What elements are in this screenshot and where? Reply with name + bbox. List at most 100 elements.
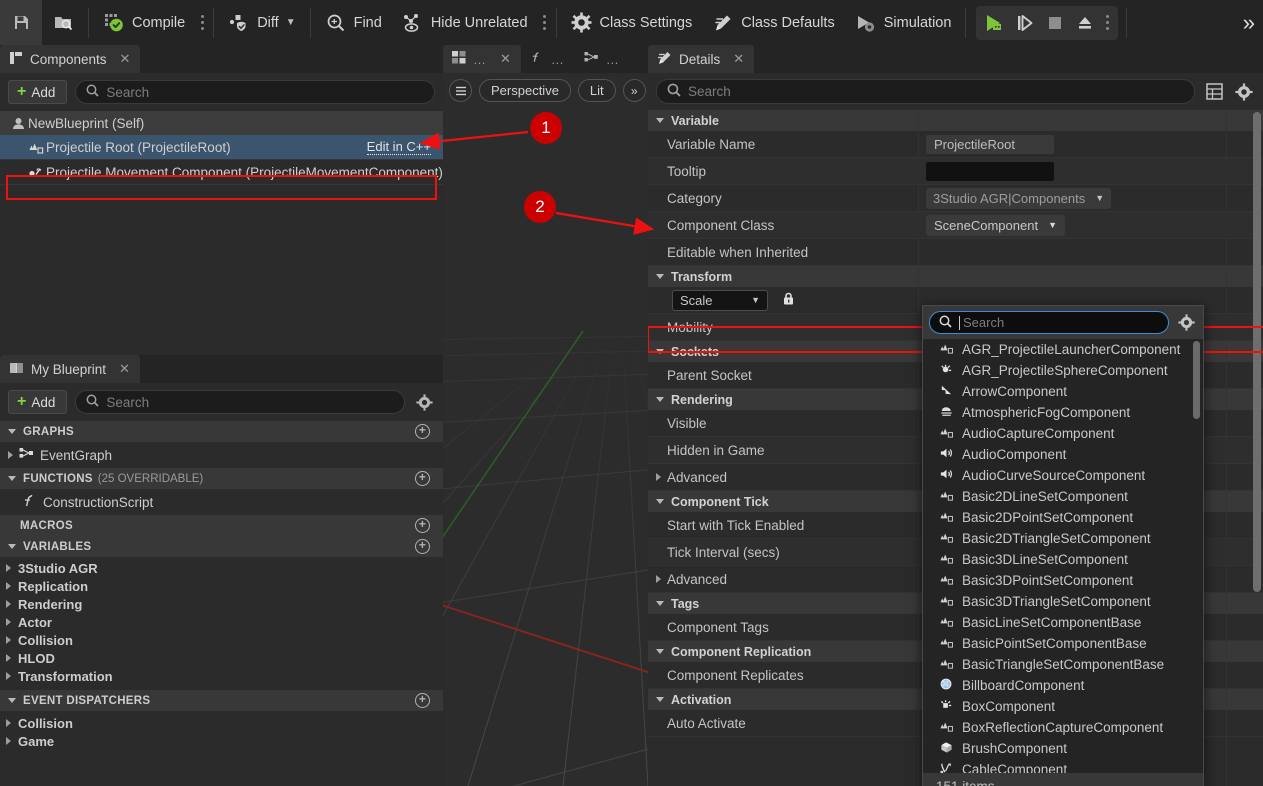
list-item[interactable]: BrushComponent bbox=[923, 738, 1203, 759]
step-button[interactable] bbox=[1010, 8, 1040, 38]
edit-in-cpp-link[interactable]: Edit in C++ bbox=[367, 140, 431, 155]
play-options-button[interactable] bbox=[1100, 8, 1114, 38]
lock-icon[interactable] bbox=[782, 292, 795, 309]
chevron-right-icon[interactable] bbox=[6, 564, 11, 572]
chevron-right-icon[interactable] bbox=[6, 719, 11, 727]
browse-button[interactable] bbox=[42, 0, 84, 45]
components-search-input[interactable]: Search bbox=[75, 80, 435, 104]
add-component-button[interactable]: + Add bbox=[8, 80, 67, 104]
add-function-button[interactable]: + bbox=[415, 471, 430, 486]
component-class-combo[interactable]: SceneComponent ▼ bbox=[926, 215, 1065, 236]
list-item[interactable]: Basic3DPointSetComponent bbox=[923, 570, 1203, 591]
list-item[interactable]: BoxComponent bbox=[923, 696, 1203, 717]
list-item[interactable]: AGR_ProjectileLauncherComponent bbox=[923, 339, 1203, 360]
category-transform[interactable]: Transform bbox=[648, 266, 1263, 287]
add-graph-button[interactable]: + bbox=[415, 424, 430, 439]
grid-view-icon[interactable] bbox=[1203, 81, 1225, 103]
list-item[interactable]: Basic3DLineSetComponent bbox=[923, 549, 1203, 570]
component-tree-root[interactable]: NewBlueprint (Self) bbox=[0, 111, 443, 135]
list-item[interactable]: Basic3DTriangleSetComponent bbox=[923, 591, 1203, 612]
list-item[interactable]: BasicLineSetComponentBase bbox=[923, 612, 1203, 633]
section-event-dispatchers[interactable]: EVENT DISPATCHERS + bbox=[0, 690, 443, 711]
tooltip-field[interactable] bbox=[926, 162, 1054, 181]
compile-button[interactable]: Compile bbox=[93, 0, 195, 45]
chevron-right-icon[interactable] bbox=[6, 582, 11, 590]
list-item-variable-category[interactable]: Collision bbox=[0, 631, 443, 649]
section-variables[interactable]: VARIABLES + bbox=[0, 536, 443, 557]
list-item-variable-category[interactable]: 3Studio AGR bbox=[0, 559, 443, 577]
list-item[interactable]: BasicPointSetComponentBase bbox=[923, 633, 1203, 654]
add-macro-button[interactable]: + bbox=[415, 518, 430, 533]
chevron-right-icon[interactable] bbox=[6, 636, 11, 644]
list-item[interactable]: AudioCurveSourceComponent bbox=[923, 465, 1203, 486]
my-blueprint-search-input[interactable]: Search bbox=[75, 390, 405, 414]
chevron-right-icon[interactable] bbox=[6, 618, 11, 626]
list-item[interactable]: BasicTriangleSetComponentBase bbox=[923, 654, 1203, 675]
chevron-right-icon[interactable] bbox=[8, 451, 13, 459]
chevron-right-icon[interactable] bbox=[656, 473, 661, 481]
dropdown-item-list[interactable]: AGR_ProjectileLauncherComponent AGR_Proj… bbox=[923, 339, 1203, 773]
list-item[interactable]: AtmosphericFogComponent bbox=[923, 402, 1203, 423]
details-search-input[interactable]: Search bbox=[656, 79, 1195, 104]
tab-details[interactable]: Details ✕ bbox=[648, 45, 754, 73]
dropdown-scrollbar[interactable] bbox=[1193, 341, 1200, 419]
list-item[interactable]: Basic2DTriangleSetComponent bbox=[923, 528, 1203, 549]
close-icon[interactable]: ✕ bbox=[120, 51, 131, 67]
tab-construction-script[interactable]: … bbox=[521, 45, 575, 73]
toolbar-overflow-button[interactable]: » bbox=[1243, 10, 1263, 36]
list-item[interactable]: Basic2DLineSetComponent bbox=[923, 486, 1203, 507]
list-item-dispatcher-category[interactable]: Game bbox=[0, 732, 443, 750]
scale-combo[interactable]: Scale ▼ bbox=[672, 290, 768, 311]
stop-button[interactable] bbox=[1040, 8, 1070, 38]
list-item-variable-category[interactable]: Rendering bbox=[0, 595, 443, 613]
add-variable-button[interactable]: + bbox=[415, 539, 430, 554]
list-item-constructionscript[interactable]: ConstructionScript bbox=[0, 489, 443, 515]
viewport-overflow-button[interactable]: » bbox=[623, 79, 646, 102]
category-variable[interactable]: Variable bbox=[648, 110, 1263, 131]
hide-unrelated-options-button[interactable] bbox=[538, 0, 552, 45]
details-scrollbar[interactable] bbox=[1253, 112, 1261, 592]
viewport-canvas[interactable]: Perspective Lit » bbox=[443, 73, 648, 786]
chevron-right-icon[interactable] bbox=[6, 654, 11, 662]
add-blueprint-item-button[interactable]: + Add bbox=[8, 390, 67, 414]
list-item-variable-category[interactable]: HLOD bbox=[0, 649, 443, 667]
add-event-dispatcher-button[interactable]: + bbox=[415, 693, 430, 708]
tab-my-blueprint[interactable]: My Blueprint ✕ bbox=[0, 355, 140, 383]
close-icon[interactable]: ✕ bbox=[733, 51, 744, 67]
save-button[interactable] bbox=[0, 0, 42, 45]
play-button[interactable] bbox=[980, 8, 1010, 38]
class-defaults-button[interactable]: Class Defaults bbox=[702, 0, 844, 45]
variable-name-field[interactable]: ProjectileRoot bbox=[926, 135, 1054, 154]
hamburger-icon[interactable] bbox=[449, 79, 472, 102]
list-item[interactable]: ArrowComponent bbox=[923, 381, 1203, 402]
diff-button[interactable]: Diff ▼ bbox=[218, 0, 305, 45]
eject-button[interactable] bbox=[1070, 8, 1100, 38]
tab-eventgraph[interactable]: … bbox=[575, 45, 630, 73]
chevron-right-icon[interactable] bbox=[6, 737, 11, 745]
category-combo[interactable]: 3Studio AGR|Components ▼ bbox=[926, 188, 1111, 209]
section-functions[interactable]: FUNCTIONS (25 OVERRIDABLE) + bbox=[0, 468, 443, 489]
details-settings-button[interactable] bbox=[1233, 81, 1255, 103]
viewport-perspective-button[interactable]: Perspective bbox=[479, 79, 571, 102]
list-item[interactable]: AudioComponent bbox=[923, 444, 1203, 465]
dropdown-settings-button[interactable] bbox=[1175, 312, 1197, 334]
section-graphs[interactable]: GRAPHS + bbox=[0, 421, 443, 442]
list-item-dispatcher-category[interactable]: Collision bbox=[0, 714, 443, 732]
my-blueprint-settings-button[interactable] bbox=[413, 391, 435, 413]
component-tree-item-projectile-root[interactable]: Projectile Root (ProjectileRoot) Edit in… bbox=[0, 135, 443, 159]
tab-components[interactable]: Components ✕ bbox=[0, 45, 140, 73]
section-macros[interactable]: MACROS + bbox=[0, 515, 443, 536]
component-tree-item-projectile-movement[interactable]: Projectile Movement Component (Projectil… bbox=[0, 160, 443, 184]
close-icon[interactable]: ✕ bbox=[119, 361, 130, 377]
chevron-right-icon[interactable] bbox=[656, 575, 661, 583]
class-settings-button[interactable]: Class Settings bbox=[561, 0, 703, 45]
list-item-variable-category[interactable]: Transformation bbox=[0, 667, 443, 685]
list-item[interactable]: Basic2DPointSetComponent bbox=[923, 507, 1203, 528]
hide-unrelated-button[interactable]: Hide Unrelated bbox=[392, 0, 538, 45]
viewport-lit-button[interactable]: Lit bbox=[578, 79, 616, 102]
compile-options-button[interactable] bbox=[195, 0, 209, 45]
list-item[interactable]: BoxReflectionCaptureComponent bbox=[923, 717, 1203, 738]
tab-viewport[interactable]: … ✕ bbox=[443, 45, 521, 73]
simulation-button[interactable]: Simulation bbox=[845, 0, 962, 45]
chevron-right-icon[interactable] bbox=[6, 600, 11, 608]
